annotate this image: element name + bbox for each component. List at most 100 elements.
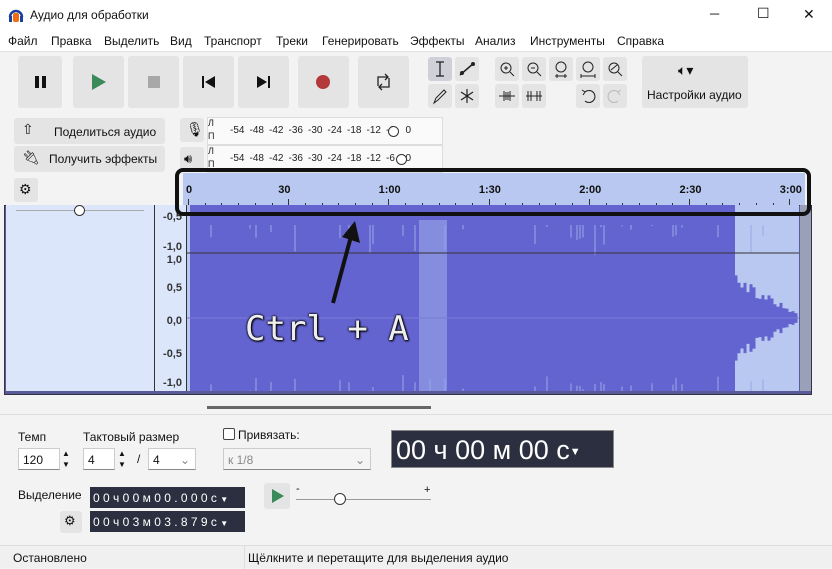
snap-select[interactable]: к 1/8 ⌄	[223, 448, 371, 470]
zoom-out-icon	[527, 62, 542, 77]
microphone-icon: 🎙︎	[186, 121, 204, 137]
tempo-value: 120	[23, 453, 44, 467]
meter-tick: -30	[308, 125, 323, 136]
record-meter[interactable]: ЛП-54-48-42-36-30-24-18-12-60	[207, 117, 443, 145]
close-button[interactable]: ✕	[803, 6, 815, 23]
speed-minus-label: -	[296, 483, 300, 495]
zoom-toggle-icon	[608, 62, 623, 77]
chevron-down-icon: ⌄	[354, 453, 365, 467]
menu-transport[interactable]: Транспорт	[204, 34, 262, 48]
speed-slider-thumb[interactable]	[334, 493, 346, 505]
skip-end-button[interactable]	[238, 56, 289, 108]
divider	[0, 414, 832, 415]
record-icon	[316, 75, 330, 89]
meter-slider-thumb[interactable]	[395, 154, 407, 165]
meter-tick: -48	[249, 153, 264, 164]
fit-project-button[interactable]	[576, 57, 600, 81]
menu-view[interactable]: Вид	[170, 34, 192, 48]
stop-button[interactable]	[128, 56, 179, 108]
selection-start-value: 0 0 ч 0 0 м 0 0 . 0 0 0 с	[93, 491, 217, 505]
speaker-icon: 🔈︎▾	[678, 62, 694, 78]
channel-left-label: Л	[208, 146, 214, 156]
snap-value: к 1/8	[228, 453, 254, 467]
menu-generate[interactable]: Генерировать	[322, 34, 399, 48]
status-hint: Щёлкните и перетащите для выделения ауди…	[248, 551, 509, 565]
snap-checkbox[interactable]	[223, 428, 235, 440]
horizontal-scrollbar[interactable]	[207, 406, 431, 409]
audacity-logo-icon	[8, 9, 24, 22]
draw-tool[interactable]	[428, 84, 452, 108]
trim-button[interactable]	[495, 84, 519, 108]
menu-select[interactable]: Выделить	[104, 34, 159, 48]
menu-analyze[interactable]: Анализ	[475, 34, 516, 48]
skip-start-button[interactable]	[183, 56, 234, 108]
multi-tool[interactable]	[455, 84, 479, 108]
vertical-scale: -0,5 -1,0 1,0 0,5 0,0 -0,5 -1,0	[154, 205, 187, 391]
meter-tick: -30	[308, 153, 323, 164]
menu-tracks[interactable]: Треки	[276, 34, 308, 48]
stop-icon	[148, 76, 160, 88]
pause-button[interactable]	[18, 56, 62, 108]
tempo-spinner[interactable]: ▲ ▼	[62, 448, 70, 470]
record-meter-button[interactable]: 🎙︎	[180, 118, 204, 142]
record-button[interactable]	[298, 56, 349, 108]
get-effects-label: Получить эффекты	[49, 152, 158, 166]
menu-effects[interactable]: Эффекты	[410, 34, 465, 48]
undo-button[interactable]	[576, 84, 600, 108]
audio-settings-button[interactable]: 🔈︎▾ Настройки аудио	[642, 56, 748, 108]
time-signature-denominator[interactable]: 4 ⌄	[148, 448, 196, 470]
gear-icon: ⚙	[64, 513, 76, 528]
maximize-button[interactable]: ☐	[757, 5, 770, 22]
selection-settings-button[interactable]: ⚙	[60, 511, 82, 533]
selection-label: Выделение	[18, 488, 82, 502]
time-signature-label: Тактовый размер	[83, 430, 180, 444]
meter-tick: -36	[288, 153, 303, 164]
silence-button[interactable]	[522, 84, 546, 108]
menu-tools[interactable]: Инструменты	[530, 34, 605, 48]
time-display[interactable]: 00 ч 00 м 00 с▼	[391, 430, 614, 468]
tempo-input[interactable]: 120	[18, 448, 60, 470]
envelope-tool[interactable]	[455, 57, 479, 81]
waveform[interactable]	[187, 205, 799, 391]
speaker-icon: 🔊︎	[184, 151, 193, 166]
menu-file[interactable]: Файл	[8, 34, 38, 48]
menu-help[interactable]: Справка	[617, 34, 664, 48]
trim-icon	[499, 91, 515, 101]
selection-start[interactable]: 0 0 ч 0 0 м 0 0 . 0 0 0 с ▼	[90, 487, 245, 508]
menu-edit[interactable]: Правка	[51, 34, 92, 48]
undo-icon	[581, 89, 596, 103]
play-at-speed-button[interactable]	[264, 483, 290, 509]
loop-button[interactable]	[358, 56, 409, 108]
zoom-out-button[interactable]	[522, 57, 546, 81]
numerator-spinner[interactable]: ▲ ▼	[118, 448, 126, 470]
annotation-box	[175, 168, 811, 216]
meter-slider-thumb[interactable]	[388, 126, 400, 137]
play-button[interactable]	[73, 56, 124, 108]
selection-end[interactable]: 0 0 ч 0 3 м 0 3 . 8 7 9 с ▼	[90, 511, 245, 532]
play-icon	[272, 489, 284, 503]
speed-slider[interactable]	[296, 499, 431, 500]
vertical-scrollbar[interactable]	[800, 205, 811, 391]
selection-tool[interactable]	[428, 57, 452, 81]
meter-tick: -54	[230, 153, 245, 164]
pan-slider-thumb[interactable]	[74, 205, 85, 216]
fit-selection-button[interactable]	[549, 57, 573, 81]
timeline-settings-button[interactable]: ⚙	[14, 178, 38, 202]
zoom-toggle-button[interactable]	[603, 57, 627, 81]
time-signature-separator: /	[137, 452, 141, 466]
share-audio-button[interactable]: ⇧ Поделиться аудио	[14, 118, 165, 144]
annotation-arrow-icon	[331, 221, 360, 304]
zoom-in-button[interactable]	[495, 57, 519, 81]
i-beam-icon	[436, 61, 444, 77]
scale-label: -0,5	[163, 348, 182, 360]
redo-button[interactable]	[603, 84, 627, 108]
zoom-selection-icon	[555, 61, 567, 78]
redo-icon	[607, 89, 622, 103]
meter-tick: -42	[269, 125, 284, 136]
track-control-panel[interactable]	[6, 205, 154, 391]
zoom-fit-icon	[580, 61, 596, 78]
get-effects-button[interactable]: 🔌︎ Получить эффекты	[14, 146, 165, 172]
time-signature-numerator[interactable]: 4	[83, 448, 115, 470]
minimize-button[interactable]: ─	[710, 6, 719, 21]
scale-label: 1,0	[166, 254, 182, 266]
